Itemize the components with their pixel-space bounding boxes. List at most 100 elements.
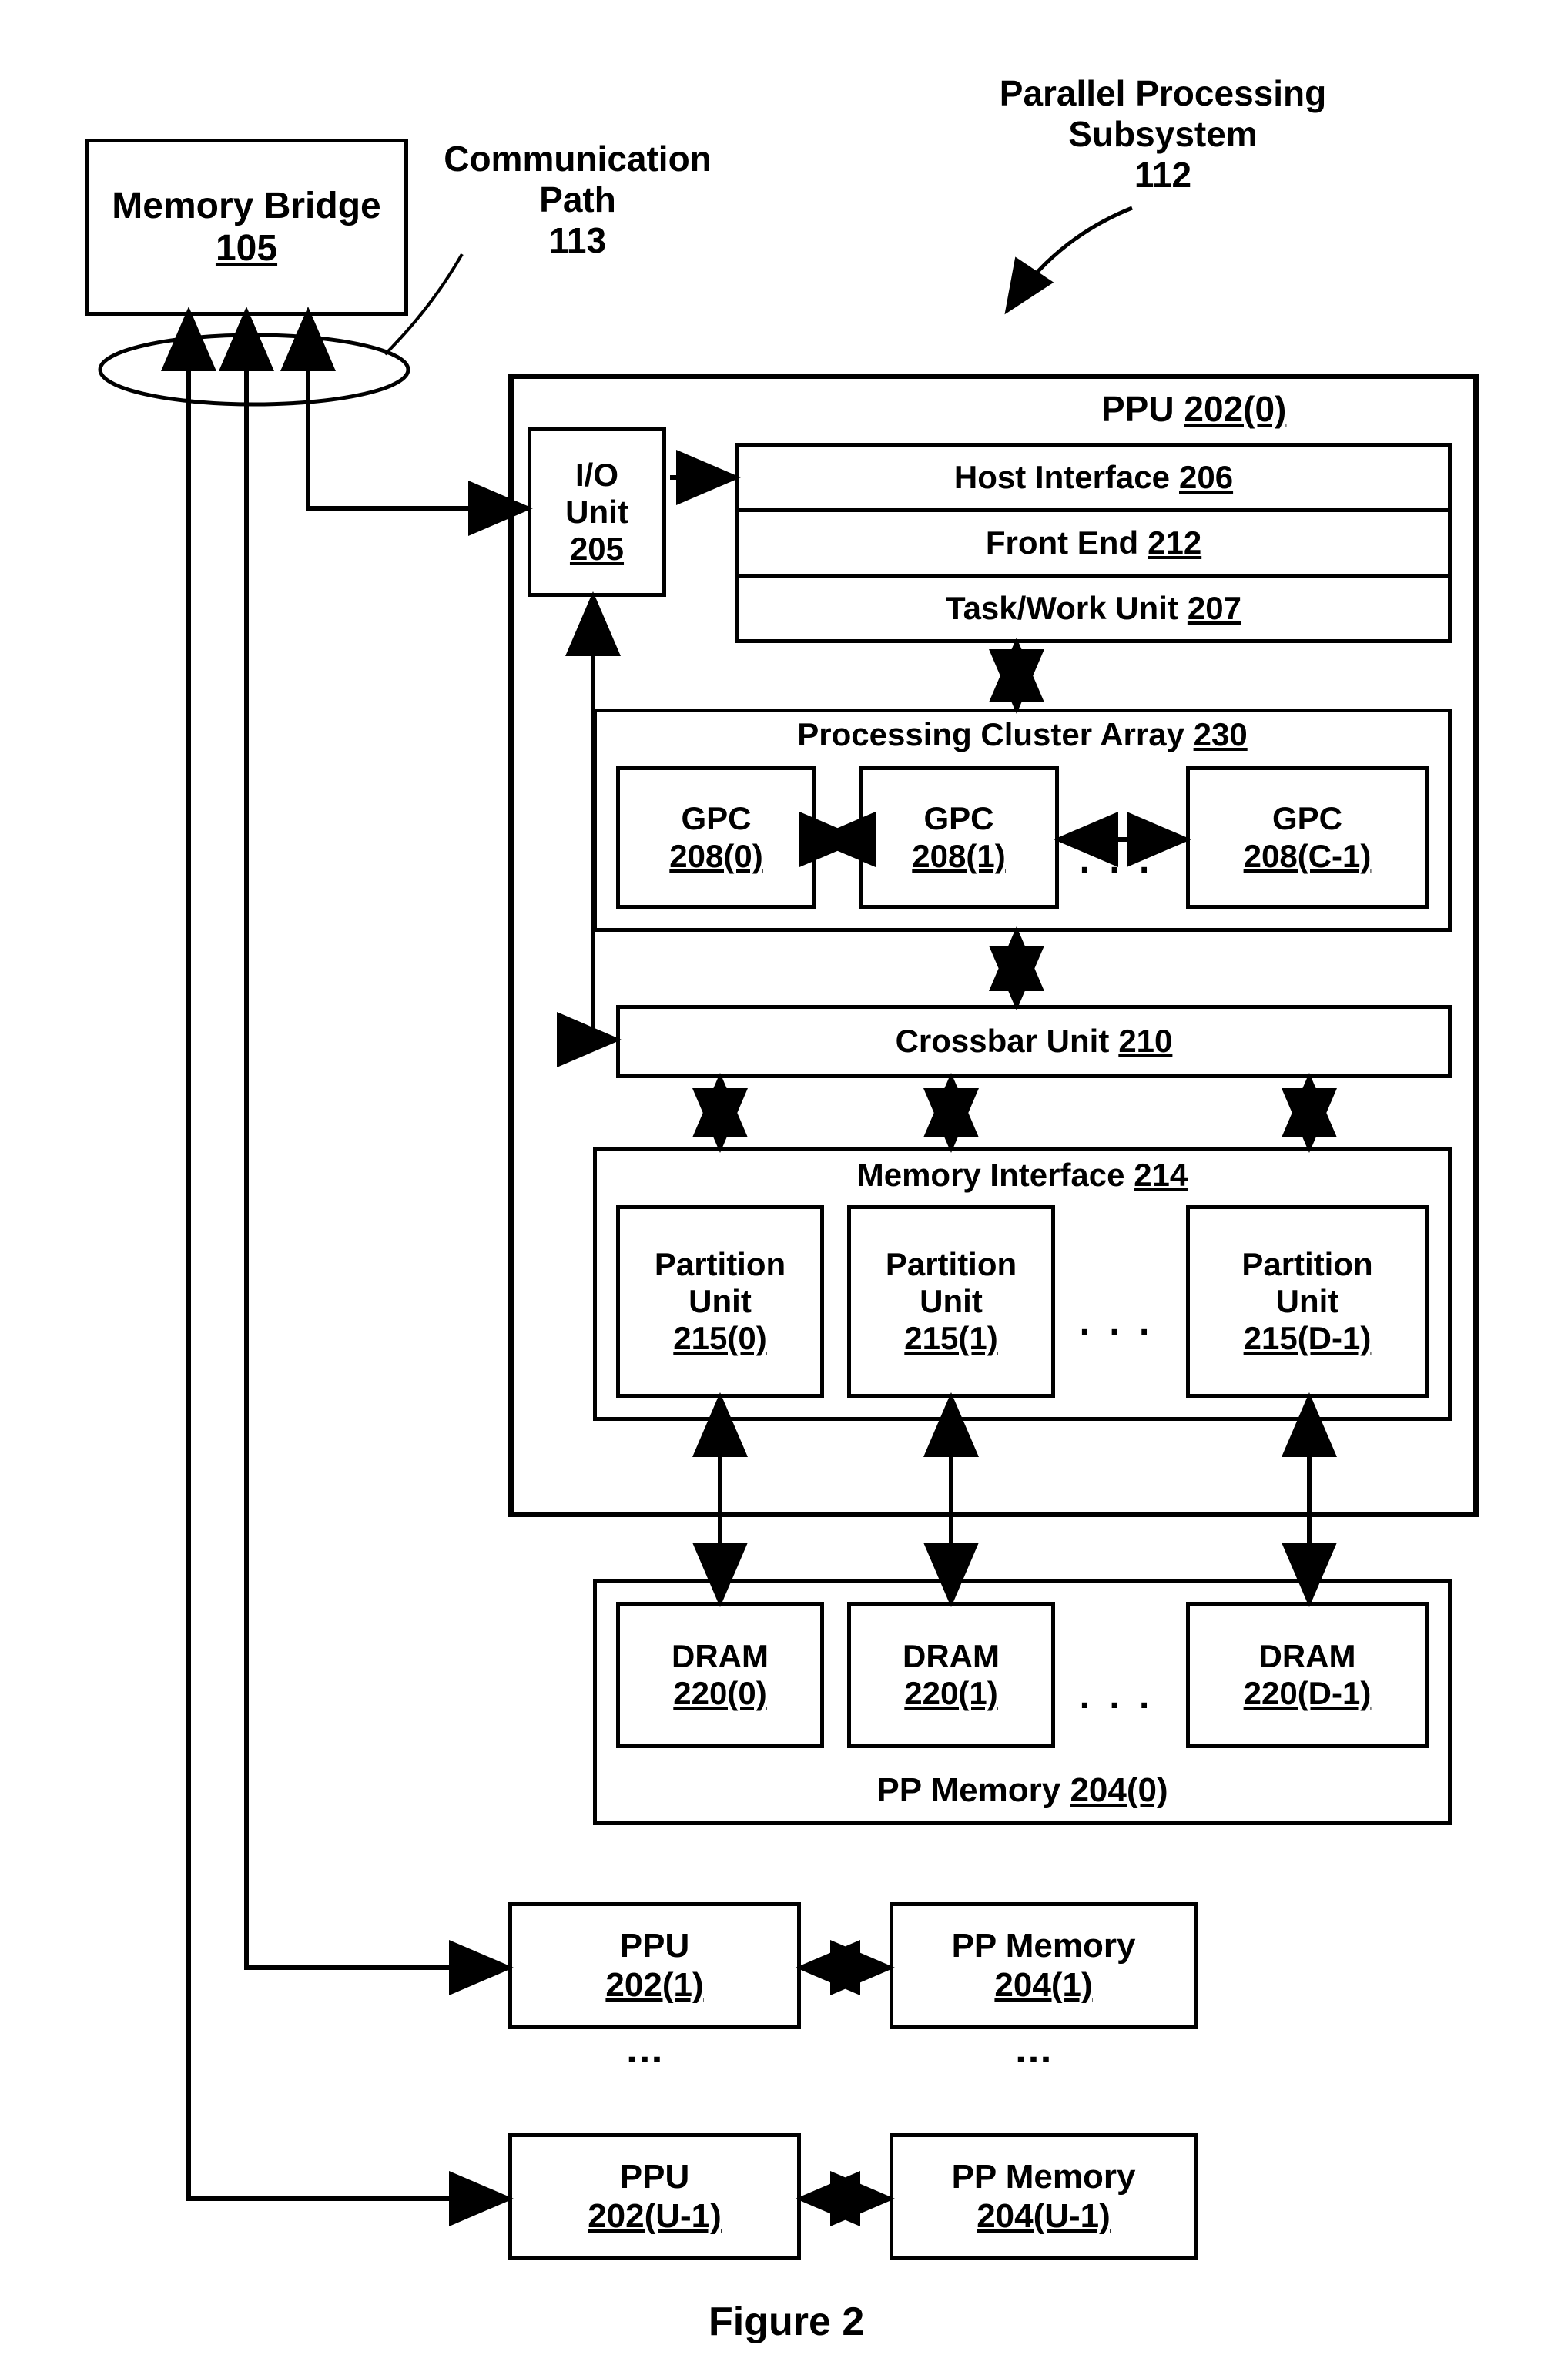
ppmemU-r: 204(U-1) bbox=[977, 2197, 1111, 2236]
pu1-content: Partition Unit 215(1) bbox=[851, 1209, 1051, 1394]
ppu-vdots: ⋮ bbox=[643, 2041, 666, 2085]
task-r: 207 bbox=[1188, 590, 1241, 627]
ppu1-l: PPU bbox=[620, 1927, 689, 1966]
front-l: Front End bbox=[986, 524, 1138, 561]
pca-r: 230 bbox=[1194, 716, 1248, 752]
puN-r: 215(D-1) bbox=[1244, 1320, 1372, 1357]
pu0-content: Partition Unit 215(0) bbox=[620, 1209, 820, 1394]
io-unit-content: I/O Unit 205 bbox=[531, 431, 662, 593]
mif-r: 214 bbox=[1134, 1157, 1188, 1193]
dram0-l: DRAM bbox=[672, 1638, 769, 1675]
gpcN-box: GPC 208(C-1) bbox=[1186, 766, 1429, 909]
pu0-r: 215(0) bbox=[673, 1320, 766, 1357]
ppuU-l: PPU bbox=[620, 2158, 689, 2197]
gpc0-box: GPC 208(0) bbox=[616, 766, 816, 909]
comm-path-l2: Path bbox=[539, 179, 616, 219]
ppmem1-content: PP Memory 204(1) bbox=[893, 1906, 1194, 2025]
dram0-box: DRAM 220(0) bbox=[616, 1602, 824, 1748]
dram1-content: DRAM 220(1) bbox=[851, 1606, 1051, 1744]
dram0-r: 220(0) bbox=[673, 1675, 766, 1712]
dram1-box: DRAM 220(1) bbox=[847, 1602, 1055, 1748]
xbar-content: Crossbar Unit 210 bbox=[620, 1009, 1448, 1074]
pps-l2: Subsystem bbox=[1068, 114, 1257, 154]
pps-l1: Parallel Processing bbox=[1000, 73, 1326, 113]
figure-caption: Figure 2 bbox=[709, 2299, 864, 2345]
memory-bridge-ref: 105 bbox=[216, 227, 277, 270]
pu1-box: Partition Unit 215(1) bbox=[847, 1205, 1055, 1398]
ppmemU-box: PP Memory 204(U-1) bbox=[890, 2133, 1198, 2260]
ppmem0-l: PP Memory bbox=[876, 1771, 1060, 1809]
host-l: Host Interface bbox=[954, 459, 1170, 496]
pu1-r: 215(1) bbox=[904, 1320, 997, 1357]
ppuU-r: 202(U-1) bbox=[588, 2197, 722, 2236]
dram1-r: 220(1) bbox=[904, 1675, 997, 1712]
ppmem-vdots: ⋮ bbox=[1032, 2041, 1055, 2085]
xbar-box: Crossbar Unit 210 bbox=[616, 1005, 1452, 1078]
comm-path-l1: Communication bbox=[444, 139, 712, 179]
io-l1: I/O bbox=[575, 457, 618, 494]
dramN-box: DRAM 220(D-1) bbox=[1186, 1602, 1429, 1748]
ppuU-content: PPU 202(U-1) bbox=[512, 2137, 797, 2256]
front-r: 212 bbox=[1148, 524, 1201, 561]
gpc0-content: GPC 208(0) bbox=[620, 770, 812, 905]
xbar-l: Crossbar Unit bbox=[896, 1023, 1110, 1060]
memory-bridge-label: Memory Bridge bbox=[112, 185, 380, 227]
front-content: Front End 212 bbox=[739, 512, 1448, 574]
ppmemU-l: PP Memory bbox=[952, 2158, 1136, 2197]
host-r: 206 bbox=[1179, 459, 1233, 496]
task-work-box: Task/Work Unit 207 bbox=[735, 574, 1452, 643]
pu-dots: . . . bbox=[1070, 1301, 1163, 1344]
comm-path-label: Communication Path 113 bbox=[439, 139, 716, 261]
pps-ref: 112 bbox=[1134, 155, 1191, 195]
memory-bridge-box: Memory Bridge 105 bbox=[85, 139, 408, 316]
pps-label: Parallel Processing Subsystem 112 bbox=[963, 73, 1363, 196]
ppu1-content: PPU 202(1) bbox=[512, 1906, 797, 2025]
dramN-content: DRAM 220(D-1) bbox=[1190, 1606, 1425, 1744]
pu0-box: Partition Unit 215(0) bbox=[616, 1205, 824, 1398]
dramN-l: DRAM bbox=[1259, 1638, 1356, 1675]
gpcN-l: GPC bbox=[1272, 800, 1342, 837]
puN-box: Partition Unit 215(D-1) bbox=[1186, 1205, 1429, 1398]
ppmem1-box: PP Memory 204(1) bbox=[890, 1902, 1198, 2029]
gpcN-content: GPC 208(C-1) bbox=[1190, 770, 1425, 905]
host-content: Host Interface 206 bbox=[739, 447, 1448, 508]
host-interface-box: Host Interface 206 bbox=[735, 443, 1452, 512]
puN-content: Partition Unit 215(D-1) bbox=[1190, 1209, 1425, 1394]
gpc1-r: 208(1) bbox=[912, 838, 1005, 875]
pu1-l1: Partition bbox=[886, 1246, 1017, 1283]
dram1-l: DRAM bbox=[903, 1638, 1000, 1675]
gpc1-l: GPC bbox=[923, 800, 993, 837]
ppmem0-title: PP Memory 204(0) bbox=[593, 1771, 1452, 1811]
ppmem1-l: PP Memory bbox=[952, 1927, 1136, 1966]
gpcN-r: 208(C-1) bbox=[1244, 838, 1372, 875]
io-l2: Unit bbox=[565, 494, 628, 531]
ppu0-title: PPU 202(0) bbox=[1101, 389, 1286, 430]
ppu0-r: 202(0) bbox=[1184, 389, 1286, 429]
ppmem0-r: 204(0) bbox=[1070, 1771, 1168, 1809]
ppu1-r: 202(1) bbox=[605, 1966, 703, 2005]
gpc1-content: GPC 208(1) bbox=[863, 770, 1055, 905]
front-end-box: Front End 212 bbox=[735, 508, 1452, 578]
mif-l: Memory Interface bbox=[857, 1157, 1125, 1193]
ppmem1-r: 204(1) bbox=[994, 1966, 1092, 2005]
task-content: Task/Work Unit 207 bbox=[739, 578, 1448, 639]
task-l: Task/Work Unit bbox=[946, 590, 1178, 627]
gpc-dots: . . . bbox=[1070, 839, 1163, 882]
mif-title: Memory Interface 214 bbox=[593, 1157, 1452, 1194]
io-unit-box: I/O Unit 205 bbox=[528, 427, 666, 597]
xbar-r: 210 bbox=[1118, 1023, 1172, 1060]
io-ref: 205 bbox=[570, 531, 624, 568]
gpc1-box: GPC 208(1) bbox=[859, 766, 1059, 909]
ppuU-box: PPU 202(U-1) bbox=[508, 2133, 801, 2260]
pu0-l1: Partition bbox=[655, 1246, 786, 1283]
pu0-l2: Unit bbox=[689, 1283, 752, 1320]
gpc0-l: GPC bbox=[681, 800, 751, 837]
puN-l1: Partition bbox=[1241, 1246, 1372, 1283]
dram-dots: . . . bbox=[1070, 1675, 1163, 1717]
comm-path-ref: 113 bbox=[549, 220, 606, 260]
ppu1-box: PPU 202(1) bbox=[508, 1902, 801, 2029]
gpc0-r: 208(0) bbox=[669, 838, 762, 875]
pca-title: Processing Cluster Array 230 bbox=[593, 716, 1452, 753]
pu1-l2: Unit bbox=[920, 1283, 983, 1320]
memory-bridge-content: Memory Bridge 105 bbox=[89, 142, 404, 312]
